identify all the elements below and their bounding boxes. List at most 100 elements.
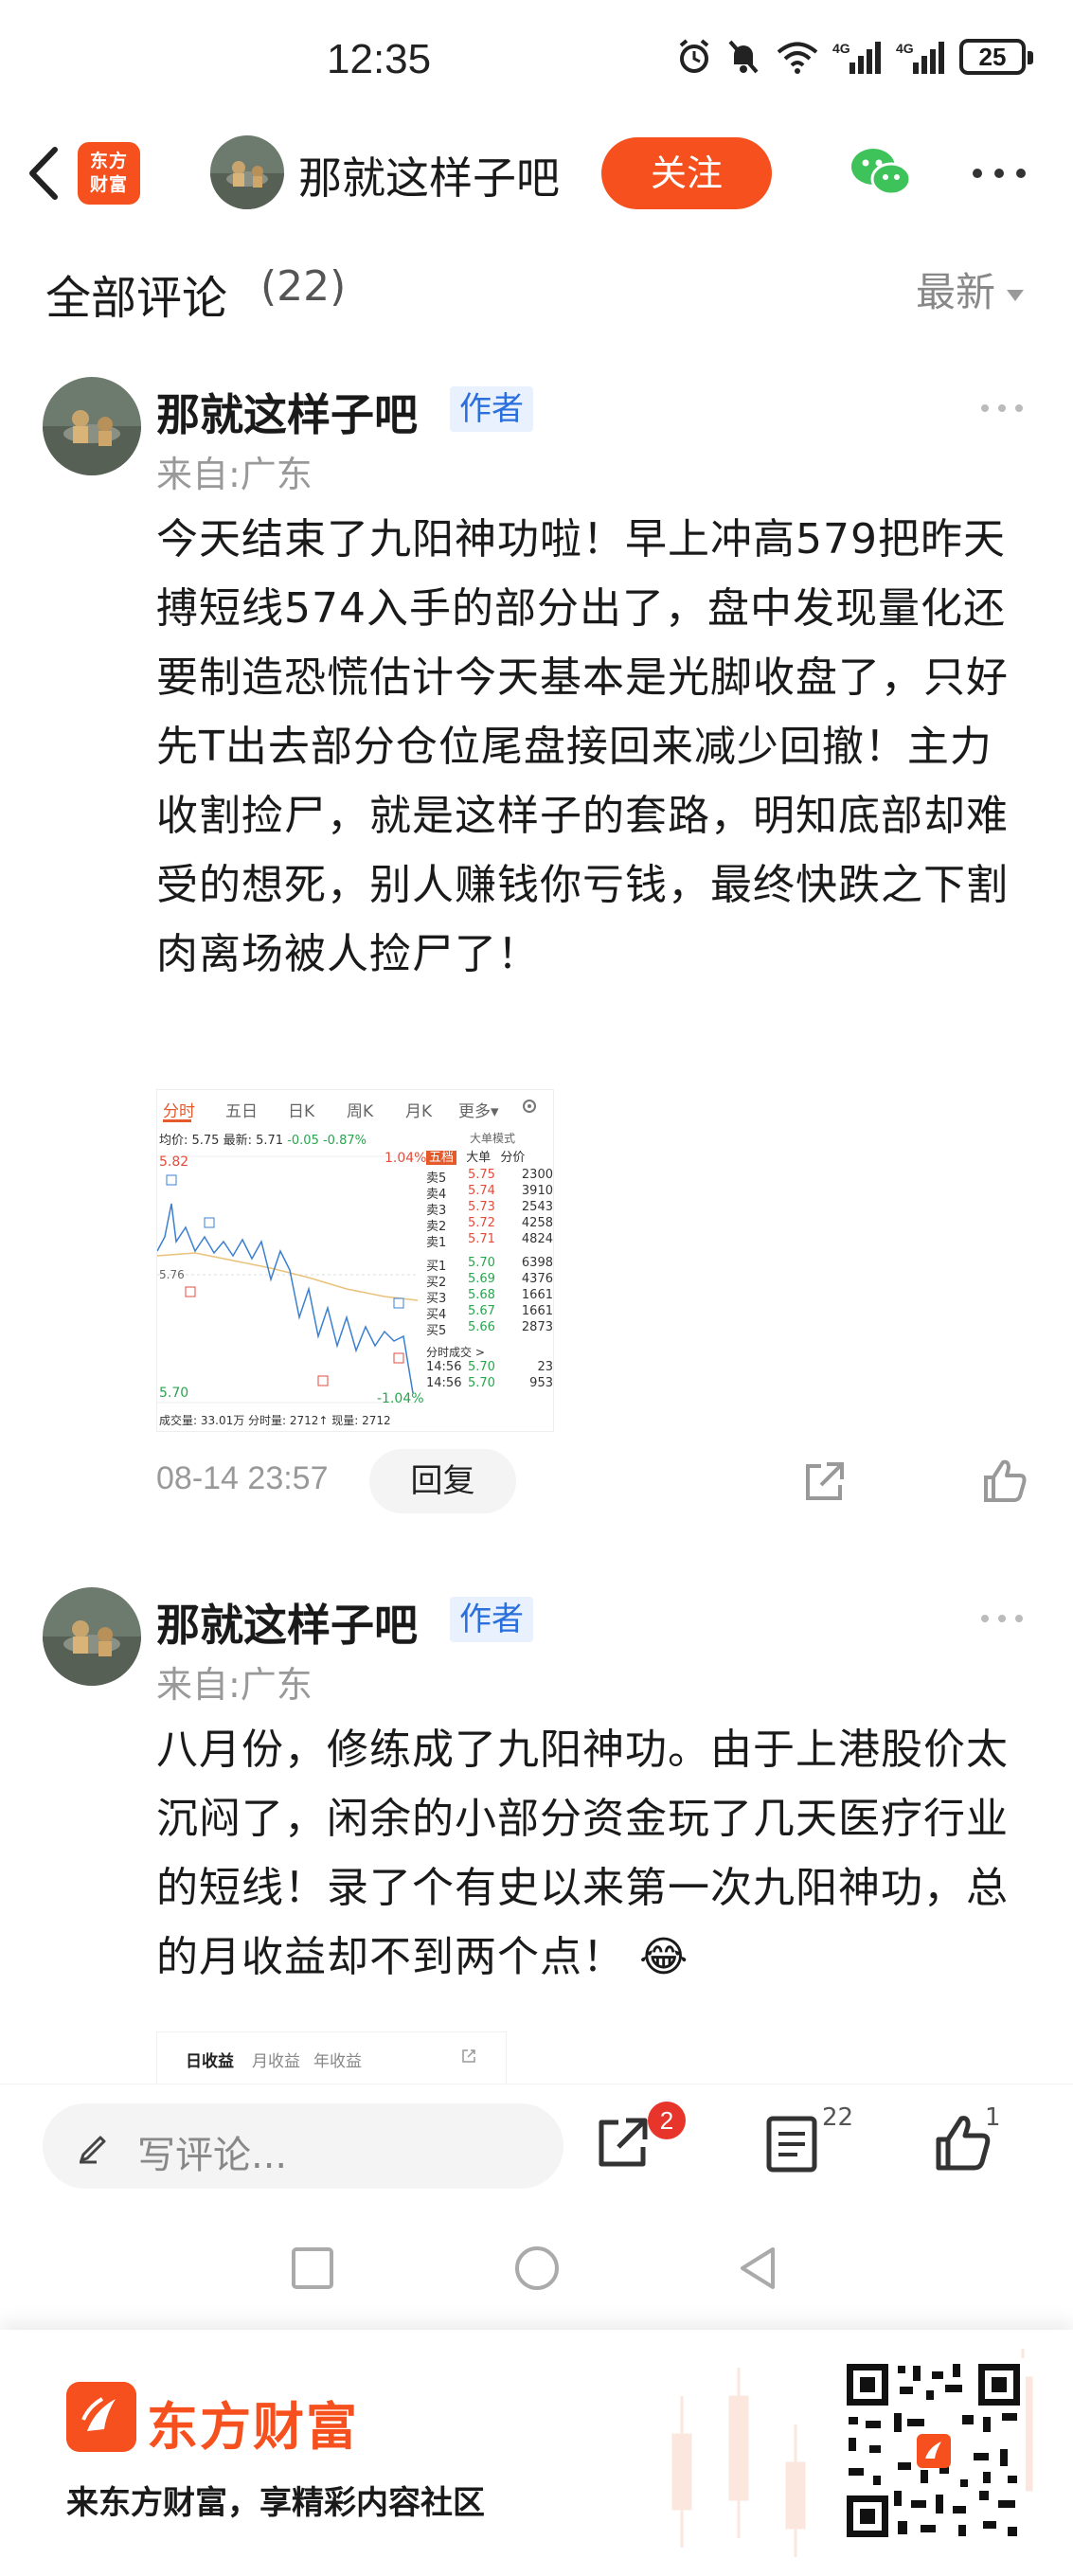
comment-image-earnings[interactable]: 日收益 月收益 年收益 — [156, 2031, 507, 2084]
tick-volume: 953 — [529, 1376, 553, 1390]
sort-dropdown[interactable]: 最新 — [916, 260, 1024, 318]
stock-footer: 成交量: 33.01万 分时量: 2712↑ 现量: 2712 — [159, 1414, 391, 1427]
row-price: 5.70 — [468, 1256, 495, 1270]
signal-4g-icon: 4G — [896, 41, 944, 74]
qr-code-icon[interactable] — [841, 2358, 1026, 2543]
comment-image-stock-chart[interactable]: 分时 五日 日K 周K 月K 更多▾ 均价: 5.75 最新: 5.71 -0.… — [156, 1089, 554, 1432]
stock-price-mid: 5.76 — [159, 1268, 185, 1281]
comment-avatar[interactable] — [43, 1587, 141, 1686]
author-avatar[interactable] — [210, 135, 284, 209]
order-book-row: 卖4 5.74 3910 — [426, 1184, 553, 1202]
share-icon[interactable] — [592, 2113, 653, 2174]
share-count-badge: 2 — [648, 2102, 686, 2139]
promo-brand-name: 东方财富 — [147, 2397, 359, 2457]
order-book-row: 卖2 5.72 4258 — [426, 1216, 553, 1234]
back-triangle-icon[interactable] — [729, 2240, 786, 2297]
comment-avatar[interactable] — [43, 377, 141, 475]
brand-logo-line2: 财富 — [89, 174, 128, 195]
like-icon[interactable] — [980, 1457, 1029, 1506]
comments-count: (22) — [260, 262, 347, 311]
stock-quote-change: -0.05 -0.87% — [287, 1134, 367, 1148]
earnings-tab: 年收益 — [313, 2052, 362, 2071]
comment-footer: 08-14 23:57 回复 — [156, 1449, 1037, 1515]
comment-more-icon[interactable] — [978, 402, 1026, 415]
stock-pct-high: 1.04% — [384, 1151, 427, 1166]
order-book: 五档 大单 分价 卖5 5.75 2300 卖4 5.74 3910 卖3 5.73 254… — [426, 1147, 553, 1392]
comment-location: 来自:广东 — [156, 1664, 313, 1706]
brand-logo-icon — [66, 2382, 136, 2452]
row-label: 卖5 — [426, 1172, 447, 1186]
row-volume: 4258 — [521, 1216, 553, 1230]
home-icon[interactable] — [509, 2240, 565, 2297]
earnings-tab: 日收益 — [186, 2052, 234, 2071]
row-volume: 2873 — [521, 1320, 553, 1334]
recents-icon[interactable] — [284, 2240, 341, 2297]
tick-price: 5.70 — [468, 1360, 495, 1374]
stock-pct-low: -1.04% — [377, 1391, 424, 1406]
pen-icon — [80, 2136, 106, 2164]
comments-count-badge: 22 — [822, 2103, 854, 2132]
row-label: 卖3 — [426, 1204, 447, 1218]
comment-text: 八月份，修练成了九阳神功。由于上港股价太沉闷了，闲余的小部分资金玩了几天医疗行业… — [156, 1726, 1009, 1981]
mute-icon — [728, 40, 759, 74]
order-book-tab: 分价 — [500, 1151, 526, 1165]
earnings-tab: 月收益 — [252, 2052, 300, 2071]
promo-banner: 东方财富 来东方财富，享精彩内容社区 — [0, 2330, 1073, 2576]
likes-count-badge: 1 — [985, 2103, 1001, 2132]
stock-intraday-chart — [157, 1155, 418, 1404]
sort-label: 最新 — [915, 269, 995, 315]
row-volume: 2300 — [521, 1168, 553, 1182]
comments-icon[interactable] — [765, 2115, 818, 2174]
promo-slogan: 来东方财富，享精彩内容社区 — [66, 2484, 485, 2522]
author-badge: 作者 — [450, 386, 533, 432]
svg-text:4G: 4G — [832, 41, 850, 56]
row-label: 卖1 — [426, 1236, 447, 1250]
order-book-row: 买1 5.70 6398 — [426, 1256, 553, 1274]
tick-row: 14:56 5.70 23 — [426, 1360, 553, 1376]
comment-author[interactable]: 那就这样子吧 — [156, 1591, 418, 1654]
row-volume: 1661 — [521, 1288, 553, 1302]
author-name[interactable]: 那就这样子吧 — [298, 144, 560, 206]
row-price: 5.72 — [468, 1216, 495, 1230]
stock-mode: 大单模式 — [470, 1132, 516, 1145]
signal-4g-icon: 4G — [832, 41, 881, 74]
tick-row: 14:56 5.70 953 — [426, 1376, 553, 1392]
stock-tab: 日K — [288, 1102, 315, 1121]
comment-more-icon[interactable] — [978, 1612, 1026, 1625]
stock-tab: 分时 — [163, 1102, 195, 1121]
comment-location: 来自:广东 — [156, 454, 313, 495]
laughing-emoji-icon: 😂 — [639, 1933, 689, 1981]
back-icon[interactable] — [19, 142, 66, 205]
wechat-icon[interactable] — [848, 144, 914, 201]
author-badge: 作者 — [450, 1597, 533, 1642]
comment-text: 今天结束了九阳神功啦！早上冲高579把昨天搏短线574入手的部分出了，盘中发现量… — [156, 515, 1009, 978]
stock-price-low: 5.70 — [159, 1386, 189, 1401]
top-navigation: 东方 财富 那就这样子吧 关注 — [0, 123, 1073, 223]
comment-time: 08-14 23:57 — [156, 1460, 329, 1496]
row-price: 5.71 — [468, 1232, 495, 1246]
ticks-label: 分时成交 > — [426, 1346, 485, 1359]
order-book-row: 卖5 5.75 2300 — [426, 1168, 553, 1186]
gear-icon — [523, 1100, 536, 1113]
row-label: 买1 — [426, 1260, 447, 1274]
more-icon[interactable] — [966, 147, 1032, 200]
row-volume: 4376 — [521, 1272, 553, 1286]
chevron-down-icon — [1007, 289, 1024, 301]
comment-item: 那就这样子吧 作者 来自:广东 八月份，修练成了九阳神功。由于上港股价太沉闷了，… — [0, 1587, 1073, 2084]
follow-button[interactable]: 关注 — [601, 137, 772, 209]
order-book-row: 卖3 5.73 2543 — [426, 1200, 553, 1218]
brand-logo[interactable]: 东方 财富 — [78, 142, 140, 205]
comment-input[interactable]: 写评论... — [43, 2103, 563, 2189]
row-volume: 2543 — [521, 1200, 553, 1214]
comment-author[interactable]: 那就这样子吧 — [156, 381, 418, 443]
row-price: 5.67 — [468, 1304, 495, 1318]
row-price: 5.74 — [468, 1184, 495, 1198]
share-icon[interactable] — [800, 1458, 848, 1506]
row-price: 5.75 — [468, 1168, 495, 1182]
reply-button[interactable]: 回复 — [369, 1449, 516, 1513]
brand-logo-line1: 东方 — [89, 151, 128, 171]
row-label: 买5 — [426, 1324, 447, 1338]
order-book-row: 买2 5.69 4376 — [426, 1272, 553, 1290]
status-time: 12:35 — [327, 36, 432, 82]
status-icons: 4G 4G 25 — [675, 38, 1033, 76]
